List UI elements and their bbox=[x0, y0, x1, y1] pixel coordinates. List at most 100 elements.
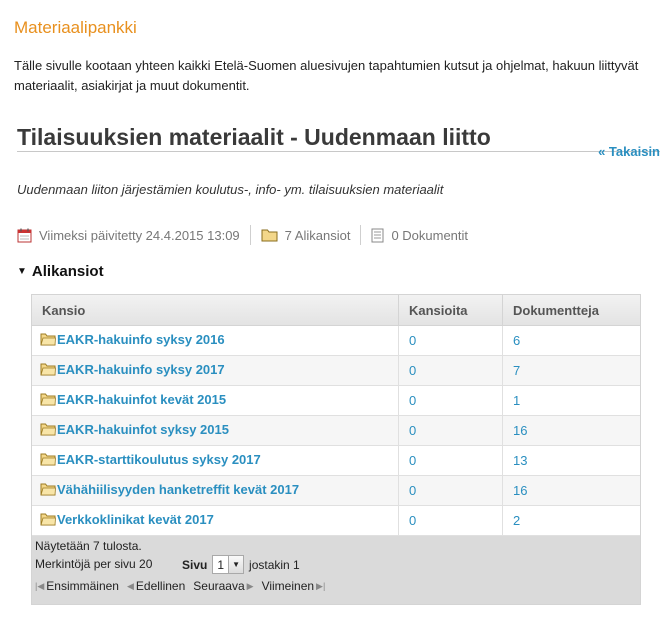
folder-cell: EAKR-starttikoulutus syksy 2017 bbox=[32, 445, 399, 476]
folder-icon bbox=[40, 393, 56, 406]
folder-cell: EAKR-hakuinfot syksy 2015 bbox=[32, 415, 399, 446]
subfolder-text: 7 Alikansiot bbox=[284, 227, 351, 243]
folders-count-link[interactable]: 0 bbox=[409, 363, 416, 378]
documents-cell: 16 bbox=[502, 475, 640, 506]
folders-count-link[interactable]: 0 bbox=[409, 453, 416, 468]
folder-link[interactable]: EAKR-starttikoulutus syksy 2017 bbox=[40, 452, 261, 467]
folder-icon bbox=[40, 483, 56, 496]
documents-cell: 1 bbox=[502, 385, 640, 416]
folders-count-link[interactable]: 0 bbox=[409, 423, 416, 438]
table-row: EAKR-hakuinfot kevät 2015 0 1 bbox=[32, 385, 640, 416]
document-icon bbox=[371, 228, 384, 242]
folder-icon bbox=[40, 513, 56, 526]
calendar-icon bbox=[17, 228, 32, 242]
page-label: Sivu bbox=[182, 557, 208, 572]
documents-cell: 16 bbox=[502, 415, 640, 446]
page-title: Tilaisuuksien materiaalit - Uudenmaan li… bbox=[17, 124, 491, 150]
folder-name: EAKR-hakuinfot syksy 2015 bbox=[57, 422, 229, 437]
folder-meta: Viimeksi päivitetty 24.4.2015 13:09 7 Al… bbox=[17, 224, 468, 246]
table-row: Verkkoklinikat kevät 2017 0 2 bbox=[32, 505, 640, 536]
back-link[interactable]: « Takaisin bbox=[598, 144, 660, 159]
documents-count-link[interactable]: 16 bbox=[513, 483, 527, 498]
entries-per-page[interactable]: Merkintöjä per sivu 20 bbox=[35, 557, 152, 571]
page-value: 1 bbox=[217, 557, 225, 572]
documents-cell: 7 bbox=[502, 355, 640, 386]
pagination-bar: Näytetään 7 tulosta. Merkintöjä per sivu… bbox=[32, 536, 640, 604]
folder-icon bbox=[40, 333, 56, 346]
documents-count-link[interactable]: 13 bbox=[513, 453, 527, 468]
subfolders-toggle[interactable]: ▼ Alikansiot bbox=[17, 263, 104, 280]
column-header-documents: Dokumentteja bbox=[502, 295, 640, 326]
documents-count-link[interactable]: 16 bbox=[513, 423, 527, 438]
folders-cell: 0 bbox=[398, 505, 503, 536]
document-count: 0 Dokumentit bbox=[371, 228, 468, 243]
folders-count-link[interactable]: 0 bbox=[409, 513, 416, 528]
page-select[interactable]: 1 ▼ bbox=[212, 555, 245, 574]
folders-cell: 0 bbox=[398, 475, 503, 506]
folder-name: EAKR-hakuinfo syksy 2016 bbox=[57, 332, 225, 347]
table-row: Vähähiilisyyden hanketreffit kevät 2017 … bbox=[32, 475, 640, 506]
pagination-nav: |◀ Ensimmäinen ◀ Edellinen Seuraava ▶ Viime… bbox=[35, 579, 325, 593]
folder-icon bbox=[40, 453, 56, 466]
updated-text: Viimeksi päivitetty 24.4.2015 13:09 bbox=[39, 227, 240, 243]
folders-count-link[interactable]: 0 bbox=[409, 333, 416, 348]
folder-cell: EAKR-hakuinfo syksy 2016 bbox=[32, 325, 399, 356]
folders-cell: 0 bbox=[398, 415, 503, 446]
first-page-button[interactable]: |◀ Ensimmäinen bbox=[35, 579, 119, 593]
folder-name: Vähähiilisyyden hanketreffit kevät 2017 bbox=[57, 482, 300, 497]
folder-link[interactable]: Verkkoklinikat kevät 2017 bbox=[40, 512, 214, 527]
folder-icon bbox=[261, 229, 278, 242]
table-row: EAKR-starttikoulutus syksy 2017 0 13 bbox=[32, 445, 640, 476]
folder-name: EAKR-starttikoulutus syksy 2017 bbox=[57, 452, 261, 467]
documents-cell: 13 bbox=[502, 445, 640, 476]
folders-cell: 0 bbox=[398, 355, 503, 386]
last-page-button[interactable]: Viimeinen ▶| bbox=[262, 579, 326, 593]
updated-info: Viimeksi päivitetty 24.4.2015 13:09 bbox=[17, 228, 240, 243]
folder-link[interactable]: EAKR-hakuinfot syksy 2015 bbox=[40, 422, 229, 437]
folders-cell: 0 bbox=[398, 325, 503, 356]
documents-cell: 6 bbox=[502, 325, 640, 356]
last-page-label: Viimeinen bbox=[261, 579, 315, 593]
intro-text: Tälle sivulle kootaan yhteen kaikki Etel… bbox=[14, 58, 639, 93]
portal-title: Materiaalipankki bbox=[14, 18, 137, 37]
folder-cell: Verkkoklinikat kevät 2017 bbox=[32, 505, 399, 536]
prev-page-label: Edellinen bbox=[135, 579, 186, 593]
first-page-label: Ensimmäinen bbox=[46, 579, 119, 593]
documents-cell: 2 bbox=[502, 505, 640, 536]
next-page-label: Seuraava bbox=[193, 579, 245, 593]
folder-link[interactable]: EAKR-hakuinfo syksy 2017 bbox=[40, 362, 225, 377]
next-page-button[interactable]: Seuraava ▶ bbox=[193, 579, 253, 593]
folders-cell: 0 bbox=[398, 445, 503, 476]
table-row: EAKR-hakuinfo syksy 2017 0 7 bbox=[32, 355, 640, 386]
page-description: Uudenmaan liiton järjestämien koulutus-,… bbox=[17, 182, 444, 197]
folder-link[interactable]: EAKR-hakuinfot kevät 2015 bbox=[40, 392, 226, 407]
prev-page-button[interactable]: ◀ Edellinen bbox=[127, 579, 185, 593]
folders-count-link[interactable]: 0 bbox=[409, 483, 416, 498]
documents-count-link[interactable]: 1 bbox=[513, 393, 520, 408]
document-text: 0 Dokumentit bbox=[391, 227, 469, 243]
first-page-icon: |◀ bbox=[35, 580, 45, 591]
chevron-down-icon: ▼ bbox=[228, 556, 244, 573]
folder-link[interactable]: EAKR-hakuinfo syksy 2016 bbox=[40, 332, 225, 347]
documents-count-link[interactable]: 2 bbox=[513, 513, 520, 528]
documents-count-link[interactable]: 6 bbox=[513, 333, 520, 348]
next-page-icon: ▶ bbox=[246, 580, 254, 591]
folder-icon bbox=[40, 423, 56, 436]
meta-separator bbox=[249, 225, 251, 245]
folder-name: Verkkoklinikat kevät 2017 bbox=[57, 512, 214, 527]
table-row: EAKR-hakuinfo syksy 2016 0 6 bbox=[32, 325, 640, 356]
title-divider bbox=[17, 151, 660, 152]
table-row: EAKR-hakuinfot syksy 2015 0 16 bbox=[32, 415, 640, 446]
prev-page-icon: ◀ bbox=[126, 580, 134, 591]
column-header-folders: Kansioita bbox=[398, 295, 503, 326]
folder-name: EAKR-hakuinfot kevät 2015 bbox=[57, 392, 227, 407]
folders-count-link[interactable]: 0 bbox=[409, 393, 416, 408]
folder-icon bbox=[40, 363, 56, 376]
folders-cell: 0 bbox=[398, 385, 503, 416]
documents-count-link[interactable]: 7 bbox=[513, 363, 520, 378]
folder-cell: EAKR-hakuinfot kevät 2015 bbox=[32, 385, 399, 416]
triangle-down-icon: ▼ bbox=[17, 266, 27, 277]
folder-link[interactable]: Vähähiilisyyden hanketreffit kevät 2017 bbox=[40, 482, 299, 497]
last-page-icon: ▶| bbox=[316, 580, 326, 591]
subfolders-grid: Kansio Kansioita Dokumentteja EAKR-hakui… bbox=[31, 294, 641, 605]
